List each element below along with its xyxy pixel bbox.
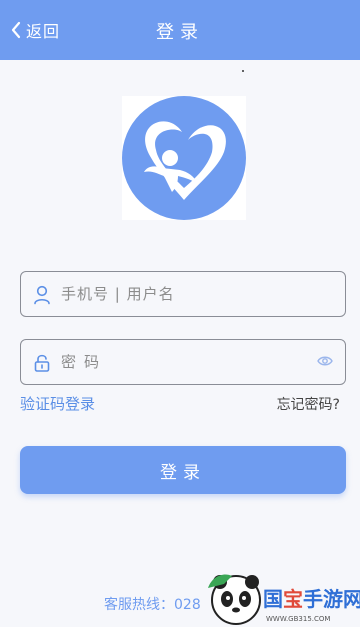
heart-person-logo <box>122 96 246 220</box>
password-field[interactable] <box>20 339 346 385</box>
page-title: 登录 <box>156 22 204 43</box>
sms-login-link[interactable]: 验证码登录 <box>20 393 95 414</box>
user-icon <box>34 285 50 305</box>
service-hotline: 客服热线：028 <box>104 597 201 613</box>
lock-icon <box>34 354 50 372</box>
site-watermark-logo: 国宝手游网 WWW.GB315.COM <box>208 574 360 625</box>
top-nav-bar: 返回 登录 <box>0 0 360 60</box>
svg-text:WWW.GB315.COM: WWW.GB315.COM <box>266 615 330 623</box>
password-input[interactable] <box>61 340 311 384</box>
svg-text:国宝手游网: 国宝手游网 <box>263 587 360 611</box>
username-input[interactable] <box>61 272 311 316</box>
login-button[interactable]: 登录 <box>20 446 346 494</box>
username-field[interactable] <box>20 271 346 317</box>
eye-icon[interactable] <box>317 355 333 367</box>
app-logo <box>122 96 246 220</box>
decorative-dot <box>242 70 244 72</box>
forgot-password-link[interactable]: 忘记密码? <box>277 394 340 414</box>
